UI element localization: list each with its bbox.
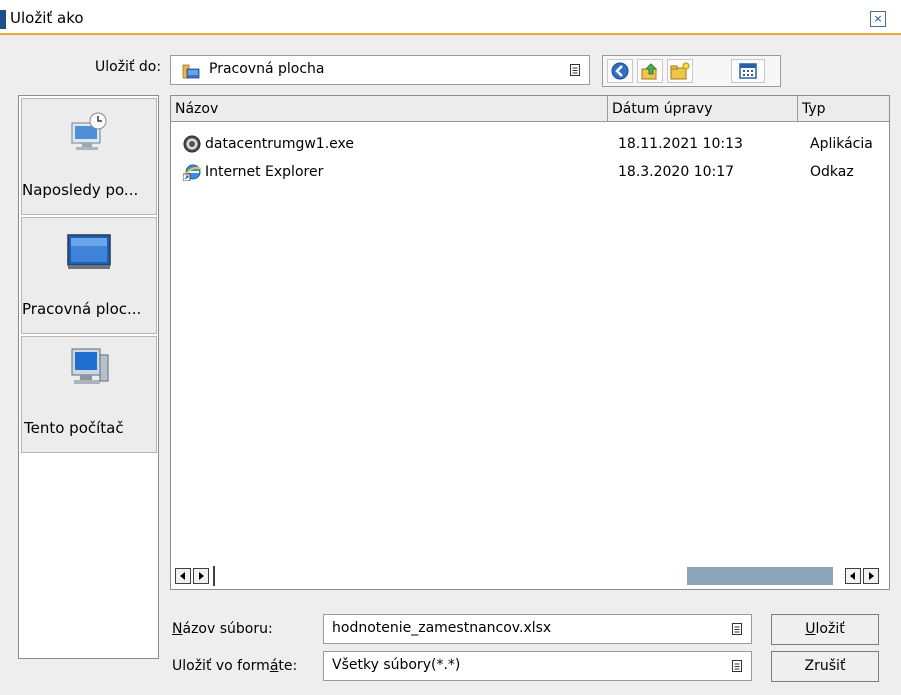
filename-label-mnemonic: N (172, 621, 183, 637)
scroll-right-small-button[interactable] (193, 568, 209, 584)
place-recent-label: Naposledy po... (22, 181, 139, 199)
arrow-right-icon (199, 572, 204, 580)
desktop-folder-icon (182, 63, 200, 79)
filename-value: hodnotenie_zamestnancov.xlsx (332, 620, 552, 636)
scroll-thumb[interactable] (687, 567, 833, 585)
title-underline (0, 33, 901, 35)
file-name: Internet Explorer (205, 164, 324, 180)
scroll-left-end-button[interactable] (845, 568, 861, 584)
close-icon: × (873, 12, 883, 25)
filename-label: Názov súboru: (172, 621, 273, 637)
arrow-left-icon (180, 572, 185, 580)
computer-icon (68, 345, 112, 393)
file-name: datacentrumgw1.exe (205, 136, 355, 152)
dropdown-icon (569, 62, 581, 76)
column-type-label: Typ (802, 101, 826, 117)
arrow-right-icon (869, 572, 874, 580)
save-in-value: Pracovná plocha (209, 61, 325, 77)
recent-places-icon (66, 109, 112, 159)
place-this-pc[interactable]: Tento počítač (21, 336, 157, 453)
save-in-label: Uložiť do: (95, 59, 162, 75)
arrow-left-icon (850, 572, 855, 580)
filetype-select[interactable]: Všetky súbory(*.*) (323, 651, 752, 681)
file-list: Názov Dátum úpravy Typ datacentrumgw1.ex… (170, 95, 890, 590)
filetype-label: Uložiť vo formáte: (172, 658, 297, 674)
file-type: Odkaz (810, 164, 854, 180)
file-date: 18.3.2020 10:17 (618, 164, 735, 180)
exe-icon (183, 135, 201, 157)
title-bar: Uložiť ako × (0, 0, 901, 35)
scroll-right-button[interactable] (863, 568, 879, 584)
column-date-label: Dátum úpravy (612, 101, 713, 117)
ie-shortcut-icon (182, 163, 203, 185)
dropdown-icon (731, 658, 743, 672)
filename-field[interactable]: hodnotenie_zamestnancov.xlsx (323, 614, 752, 644)
view-menu-icon (739, 63, 757, 79)
place-this-pc-label: Tento počítač (24, 419, 124, 437)
filetype-value: Všetky súbory(*.*) (332, 657, 461, 673)
view-menu-button[interactable] (731, 59, 765, 83)
file-date: 18.11.2021 10:13 (618, 136, 743, 152)
save-label: ložiť (815, 621, 845, 637)
window-title: Uložiť ako (10, 9, 84, 27)
save-in-combo[interactable]: Pracovná plocha (170, 55, 590, 85)
save-as-dialog: Uložiť ako × Uložiť do: Pracovná plocha (0, 0, 901, 695)
save-mnemonic: U (805, 621, 816, 637)
navigation-toolbar (602, 55, 781, 87)
column-header-date[interactable]: Dátum úpravy (608, 96, 798, 122)
file-row[interactable]: Internet Explorer 18.3.2020 10:17 Odkaz (171, 160, 889, 184)
up-folder-button[interactable] (637, 59, 663, 83)
scroll-left-button[interactable] (175, 568, 191, 584)
title-accent (0, 10, 6, 29)
new-folder-button[interactable] (667, 59, 693, 83)
place-desktop-label: Pracovná ploc... (22, 300, 142, 318)
filetype-label-post: te: (278, 658, 298, 674)
file-type: Aplikácia (810, 136, 873, 152)
scroll-separator (213, 566, 215, 586)
column-header-type[interactable]: Typ (798, 96, 889, 122)
dropdown-icon (731, 621, 743, 635)
back-button[interactable] (607, 59, 633, 83)
file-row[interactable]: datacentrumgw1.exe 18.11.2021 10:13 Apli… (171, 132, 889, 156)
filename-label-text: ázov súboru: (182, 621, 273, 637)
up-folder-icon (641, 63, 658, 80)
horizontal-scrollbar[interactable] (173, 566, 887, 587)
places-bar: Naposledy po... Pracovná ploc... Tento p… (18, 95, 159, 659)
filetype-label-pre: Uložiť vo form (172, 658, 270, 674)
cancel-button[interactable]: Zrušiť (771, 651, 879, 682)
save-button[interactable]: Uložiť (771, 614, 879, 645)
column-header-name[interactable]: Názov (171, 96, 608, 122)
place-desktop[interactable]: Pracovná ploc... (21, 217, 157, 334)
column-name-label: Názov (175, 101, 219, 117)
desktop-icon (66, 232, 112, 276)
close-button[interactable]: × (870, 11, 886, 27)
back-icon (611, 62, 629, 80)
new-folder-icon (670, 62, 690, 80)
place-recent[interactable]: Naposledy po... (21, 98, 157, 215)
